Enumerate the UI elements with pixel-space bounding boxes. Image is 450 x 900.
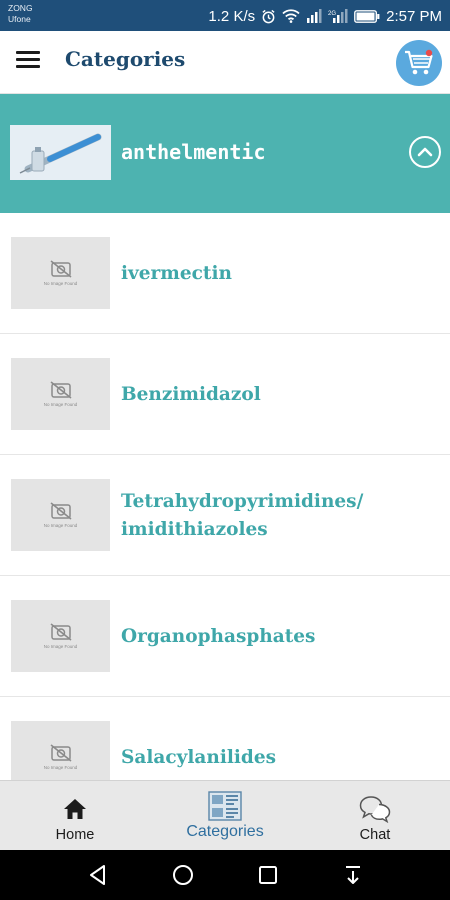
no-image-placeholder: No Image Found (11, 358, 110, 430)
shopping-cart-icon[interactable] (396, 40, 442, 86)
clock-time: 2:57 PM (386, 7, 442, 25)
system-navigation-bar (0, 850, 450, 900)
back-icon[interactable] (85, 862, 111, 888)
list-item[interactable]: No Image Found Organophasphates (0, 576, 450, 697)
subcategory-list: No Image Found ivermectin No Image Found… (0, 213, 450, 780)
wifi-icon (282, 9, 300, 23)
list-item[interactable]: No Image Found Salacylanilides (0, 697, 450, 780)
no-image-placeholder: No Image Found (11, 237, 110, 309)
no-image-placeholder: No Image Found (11, 721, 110, 780)
no-image-placeholder: No Image Found (11, 600, 110, 672)
nav-chat-label: Chat (359, 827, 391, 843)
chevron-up-icon[interactable] (409, 136, 441, 168)
list-item-label: Salacylanilides (121, 746, 277, 768)
no-image-placeholder: No Image Found (11, 479, 110, 551)
chat-icon (359, 795, 391, 823)
sim-label: 2G (328, 11, 336, 17)
category-header[interactable]: anthelmentic (0, 94, 450, 213)
home-icon (63, 795, 87, 823)
signal-icon-2: 2G (328, 9, 348, 23)
carrier-names: ZONG Ufone (8, 3, 33, 25)
no-image-icon (50, 381, 71, 399)
no-image-icon (50, 502, 71, 520)
hamburger-menu-icon[interactable] (16, 51, 40, 71)
notification-pull-icon[interactable] (340, 862, 366, 888)
nav-chat[interactable]: Chat (300, 781, 450, 851)
no-image-text: No Image Found (43, 765, 78, 770)
no-image-text: No Image Found (43, 402, 78, 407)
nav-home-label: Home (55, 827, 95, 843)
no-image-text: No Image Found (43, 644, 78, 649)
carrier-2: Ufone (8, 14, 31, 24)
nav-categories-label: Categories (186, 823, 264, 840)
category-image (10, 125, 111, 180)
list-item-label: Tetrahydropyrimidines/ imidithiazoles (121, 490, 364, 540)
signal-icon-1 (306, 9, 322, 23)
no-image-icon (50, 623, 71, 641)
battery-icon (354, 9, 380, 23)
no-image-text: No Image Found (43, 281, 78, 286)
no-image-icon (50, 260, 71, 278)
no-image-icon (50, 744, 71, 762)
app-bar: Categories (0, 31, 450, 94)
home-circle-icon[interactable] (170, 862, 196, 888)
status-icons: 1.2 K/s 2G 2:57 PM (208, 6, 442, 26)
list-item-label: ivermectin (121, 262, 232, 284)
list-item[interactable]: No Image Found Tetrahydropyrimidines/ im… (0, 455, 450, 576)
bottom-navigation: Home Categories Chat (0, 780, 450, 850)
carrier-1: ZONG (8, 3, 33, 13)
list-item-label: Benzimidazol (121, 383, 261, 405)
page-title: Categories (65, 47, 186, 71)
no-image-text: No Image Found (43, 523, 78, 528)
recents-icon[interactable] (255, 862, 281, 888)
categories-icon (208, 790, 242, 822)
alarm-icon (261, 9, 276, 24)
nav-categories[interactable]: Categories (150, 781, 300, 851)
list-item[interactable]: No Image Found ivermectin (0, 213, 450, 334)
status-bar: ZONG Ufone 1.2 K/s 2G 2:57 PM (0, 0, 450, 31)
nav-home[interactable]: Home (0, 781, 150, 851)
category-name: anthelmentic (121, 140, 266, 164)
network-speed: 1.2 K/s (208, 7, 256, 25)
list-item[interactable]: No Image Found Benzimidazol (0, 334, 450, 455)
list-item-label: Organophasphates (121, 625, 316, 647)
